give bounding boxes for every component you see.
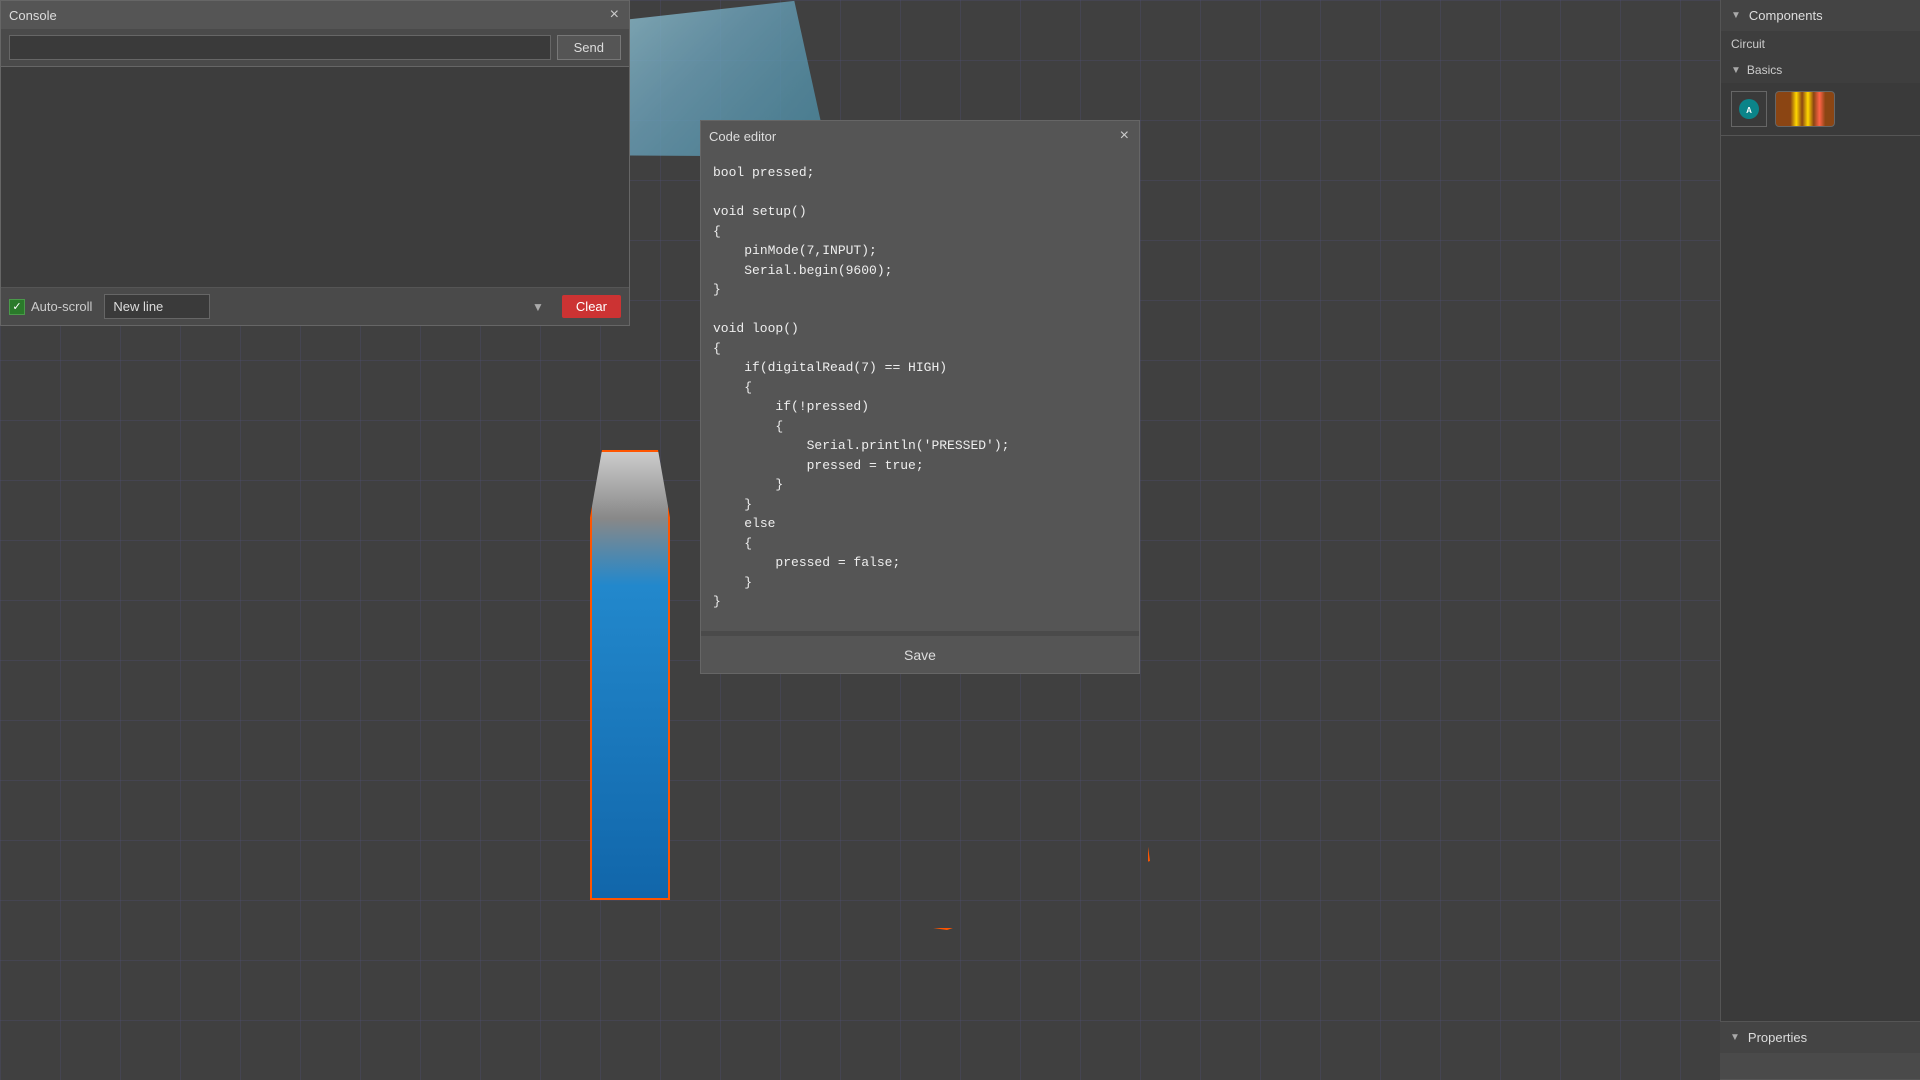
properties-search[interactable]: [1720, 1053, 1920, 1080]
send-button[interactable]: Send: [557, 35, 621, 60]
newline-select-wrapper: New line No line ending Carriage return …: [104, 294, 550, 319]
console-panel: Console × Send ✓ Auto-scroll New line No…: [0, 0, 630, 326]
code-editor-close-button[interactable]: ×: [1118, 128, 1131, 144]
components-chevron-icon: ▼: [1731, 10, 1741, 21]
3d-robot-object: [590, 450, 670, 900]
properties-label: Properties: [1748, 1030, 1807, 1045]
circuit-subheader: Circuit: [1721, 31, 1920, 57]
basics-label: Basics: [1747, 63, 1782, 77]
code-editor-title: Code editor: [709, 129, 776, 144]
right-panel: ▼ Components Circuit ▼ Basics A ▼ Proper…: [1720, 0, 1920, 1080]
svg-text:A: A: [1746, 106, 1752, 115]
circuit-label: Circuit: [1731, 37, 1765, 51]
console-output: [1, 67, 629, 287]
console-input-row: Send: [1, 29, 629, 67]
components-label: Components: [1749, 8, 1823, 23]
console-title: Console: [9, 8, 57, 23]
save-button[interactable]: Save: [701, 637, 1139, 673]
components-section: ▼ Components Circuit ▼ Basics A: [1721, 0, 1920, 136]
properties-chevron-icon: ▼: [1730, 1032, 1740, 1043]
components-header: ▼ Components: [1721, 0, 1920, 31]
autoscroll-control: ✓ Auto-scroll: [9, 299, 92, 315]
console-footer: ✓ Auto-scroll New line No line ending Ca…: [1, 287, 629, 325]
arduino-icon: A: [1731, 91, 1767, 127]
code-editor-panel: Code editor × bool pressed; void setup()…: [700, 120, 1140, 674]
autoscroll-checkbox[interactable]: ✓: [9, 299, 25, 315]
autoscroll-label: Auto-scroll: [31, 299, 92, 314]
newline-select[interactable]: New line No line ending Carriage return …: [104, 294, 210, 319]
properties-section: ▼ Properties: [1720, 1021, 1920, 1080]
code-textarea[interactable]: bool pressed; void setup() { pinMode(7,I…: [701, 151, 1139, 631]
component-icons-row: A: [1721, 83, 1920, 135]
clear-button[interactable]: Clear: [562, 295, 621, 318]
basics-subheader: ▼ Basics: [1721, 57, 1920, 83]
properties-header: ▼ Properties: [1720, 1021, 1920, 1053]
select-arrow-icon: ▼: [532, 300, 544, 314]
code-editor-titlebar: Code editor ×: [701, 121, 1139, 151]
basics-chevron-icon: ▼: [1731, 65, 1741, 76]
resistor-icon: [1775, 91, 1835, 127]
console-titlebar: Console ×: [1, 1, 629, 29]
console-input[interactable]: [9, 35, 551, 60]
console-close-button[interactable]: ×: [608, 7, 621, 23]
code-editor-footer: Save: [701, 636, 1139, 673]
